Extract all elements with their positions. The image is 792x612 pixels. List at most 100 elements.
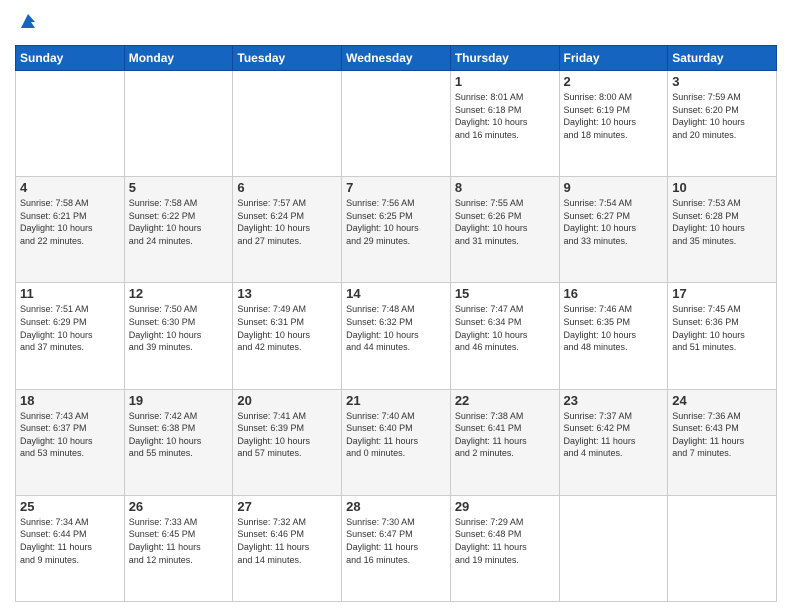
day-info: Sunrise: 7:49 AM Sunset: 6:31 PM Dayligh…	[237, 303, 337, 353]
calendar-cell: 2 Sunrise: 8:00 AM Sunset: 6:19 PM Daylig…	[559, 71, 668, 177]
week-row-1: 4Sunrise: 7:58 AM Sunset: 6:21 PM Daylig…	[16, 177, 777, 283]
day-info: Sunrise: 7:58 AM Sunset: 6:22 PM Dayligh…	[129, 197, 229, 247]
day-info: Sunrise: 7:54 AM Sunset: 6:27 PM Dayligh…	[564, 197, 664, 247]
logo-icon	[17, 10, 39, 32]
day-info: Sunrise: 7:50 AM Sunset: 6:30 PM Dayligh…	[129, 303, 229, 353]
calendar-cell: 16Sunrise: 7:46 AM Sunset: 6:35 PM Dayli…	[559, 283, 668, 389]
day-info: Sunrise: 7:38 AM Sunset: 6:41 PM Dayligh…	[455, 410, 555, 460]
day-number: 5	[129, 180, 229, 195]
week-row-2: 11 Sunrise: 7:51 AM Sunset: 6:29 PM Dayli…	[16, 283, 777, 389]
weekday-header-thursday: Thursday	[450, 46, 559, 71]
day-number: 6	[237, 180, 337, 195]
day-info: Sunrise: 7:33 AM Sunset: 6:45 PM Dayligh…	[129, 516, 229, 566]
day-number: 22	[455, 393, 555, 408]
day-info: Sunrise: 7:53 AM Sunset: 6:28 PM Dayligh…	[672, 197, 772, 247]
day-info: Sunrise: 7:40 AM Sunset: 6:40 PM Dayligh…	[346, 410, 446, 460]
day-number: 25	[20, 499, 120, 514]
calendar-cell: 10 Sunrise: 7:53 AM Sunset: 6:28 PM Dayli…	[668, 177, 777, 283]
calendar-cell: 14Sunrise: 7:48 AM Sunset: 6:32 PM Dayli…	[342, 283, 451, 389]
day-number: 2	[564, 74, 664, 89]
calendar-cell: 4Sunrise: 7:58 AM Sunset: 6:21 PM Daylig…	[16, 177, 125, 283]
calendar-cell: 21 Sunrise: 7:40 AM Sunset: 6:40 PM Dayli…	[342, 389, 451, 495]
day-info: Sunrise: 7:30 AM Sunset: 6:47 PM Dayligh…	[346, 516, 446, 566]
day-info: Sunrise: 7:42 AM Sunset: 6:38 PM Dayligh…	[129, 410, 229, 460]
weekday-header-row: SundayMondayTuesdayWednesdayThursdayFrid…	[16, 46, 777, 71]
calendar-cell: 13 Sunrise: 7:49 AM Sunset: 6:31 PM Dayli…	[233, 283, 342, 389]
calendar-cell: 5 Sunrise: 7:58 AM Sunset: 6:22 PM Daylig…	[124, 177, 233, 283]
day-number: 10	[672, 180, 772, 195]
day-info: Sunrise: 7:43 AM Sunset: 6:37 PM Dayligh…	[20, 410, 120, 460]
day-info: Sunrise: 7:36 AM Sunset: 6:43 PM Dayligh…	[672, 410, 772, 460]
day-number: 24	[672, 393, 772, 408]
calendar-cell: 11 Sunrise: 7:51 AM Sunset: 6:29 PM Dayli…	[16, 283, 125, 389]
day-number: 17	[672, 286, 772, 301]
day-number: 27	[237, 499, 337, 514]
weekday-header-monday: Monday	[124, 46, 233, 71]
day-info: Sunrise: 7:56 AM Sunset: 6:25 PM Dayligh…	[346, 197, 446, 247]
calendar-cell: 7 Sunrise: 7:56 AM Sunset: 6:25 PM Daylig…	[342, 177, 451, 283]
day-info: Sunrise: 7:41 AM Sunset: 6:39 PM Dayligh…	[237, 410, 337, 460]
calendar-cell: 28 Sunrise: 7:30 AM Sunset: 6:47 PM Dayli…	[342, 495, 451, 601]
day-number: 9	[564, 180, 664, 195]
week-row-4: 25 Sunrise: 7:34 AM Sunset: 6:44 PM Dayli…	[16, 495, 777, 601]
day-info: Sunrise: 7:37 AM Sunset: 6:42 PM Dayligh…	[564, 410, 664, 460]
day-number: 19	[129, 393, 229, 408]
day-info: Sunrise: 7:48 AM Sunset: 6:32 PM Dayligh…	[346, 303, 446, 353]
day-number: 1	[455, 74, 555, 89]
day-number: 18	[20, 393, 120, 408]
day-info: Sunrise: 8:00 AM Sunset: 6:19 PM Dayligh…	[564, 91, 664, 141]
weekday-header-saturday: Saturday	[668, 46, 777, 71]
day-number: 3	[672, 74, 772, 89]
calendar-cell: 26 Sunrise: 7:33 AM Sunset: 6:45 PM Dayli…	[124, 495, 233, 601]
day-number: 20	[237, 393, 337, 408]
calendar-cell: 23 Sunrise: 7:37 AM Sunset: 6:42 PM Dayli…	[559, 389, 668, 495]
calendar-cell	[559, 495, 668, 601]
weekday-header-sunday: Sunday	[16, 46, 125, 71]
calendar-cell: 3Sunrise: 7:59 AM Sunset: 6:20 PM Daylig…	[668, 71, 777, 177]
calendar-cell: 12 Sunrise: 7:50 AM Sunset: 6:30 PM Dayli…	[124, 283, 233, 389]
day-number: 11	[20, 286, 120, 301]
weekday-header-tuesday: Tuesday	[233, 46, 342, 71]
day-number: 23	[564, 393, 664, 408]
day-number: 21	[346, 393, 446, 408]
calendar-cell: 25 Sunrise: 7:34 AM Sunset: 6:44 PM Dayli…	[16, 495, 125, 601]
calendar-cell	[233, 71, 342, 177]
page: SundayMondayTuesdayWednesdayThursdayFrid…	[0, 0, 792, 612]
day-number: 7	[346, 180, 446, 195]
calendar-cell: 6 Sunrise: 7:57 AM Sunset: 6:24 PM Daylig…	[233, 177, 342, 283]
calendar-cell	[124, 71, 233, 177]
calendar-cell	[16, 71, 125, 177]
calendar-cell: 24 Sunrise: 7:36 AM Sunset: 6:43 PM Dayli…	[668, 389, 777, 495]
weekday-header-wednesday: Wednesday	[342, 46, 451, 71]
calendar-cell: 8 Sunrise: 7:55 AM Sunset: 6:26 PM Daylig…	[450, 177, 559, 283]
calendar-cell: 9 Sunrise: 7:54 AM Sunset: 6:27 PM Daylig…	[559, 177, 668, 283]
day-info: Sunrise: 7:55 AM Sunset: 6:26 PM Dayligh…	[455, 197, 555, 247]
day-number: 8	[455, 180, 555, 195]
day-number: 26	[129, 499, 229, 514]
day-number: 12	[129, 286, 229, 301]
calendar-cell	[668, 495, 777, 601]
week-row-0: 1 Sunrise: 8:01 AM Sunset: 6:18 PM Daylig…	[16, 71, 777, 177]
calendar-table: SundayMondayTuesdayWednesdayThursdayFrid…	[15, 45, 777, 602]
calendar-cell: 15Sunrise: 7:47 AM Sunset: 6:34 PM Dayli…	[450, 283, 559, 389]
calendar-cell: 22 Sunrise: 7:38 AM Sunset: 6:41 PM Dayli…	[450, 389, 559, 495]
calendar-cell: 27 Sunrise: 7:32 AM Sunset: 6:46 PM Dayli…	[233, 495, 342, 601]
day-info: Sunrise: 7:57 AM Sunset: 6:24 PM Dayligh…	[237, 197, 337, 247]
day-info: Sunrise: 7:58 AM Sunset: 6:21 PM Dayligh…	[20, 197, 120, 247]
day-number: 28	[346, 499, 446, 514]
day-info: Sunrise: 8:01 AM Sunset: 6:18 PM Dayligh…	[455, 91, 555, 141]
calendar-cell: 19 Sunrise: 7:42 AM Sunset: 6:38 PM Dayli…	[124, 389, 233, 495]
day-number: 15	[455, 286, 555, 301]
day-number: 13	[237, 286, 337, 301]
calendar-cell: 18 Sunrise: 7:43 AM Sunset: 6:37 PM Dayli…	[16, 389, 125, 495]
weekday-header-friday: Friday	[559, 46, 668, 71]
day-info: Sunrise: 7:34 AM Sunset: 6:44 PM Dayligh…	[20, 516, 120, 566]
day-info: Sunrise: 7:29 AM Sunset: 6:48 PM Dayligh…	[455, 516, 555, 566]
day-info: Sunrise: 7:45 AM Sunset: 6:36 PM Dayligh…	[672, 303, 772, 353]
day-info: Sunrise: 7:32 AM Sunset: 6:46 PM Dayligh…	[237, 516, 337, 566]
calendar-cell: 20 Sunrise: 7:41 AM Sunset: 6:39 PM Dayli…	[233, 389, 342, 495]
day-info: Sunrise: 7:51 AM Sunset: 6:29 PM Dayligh…	[20, 303, 120, 353]
calendar-cell: 29 Sunrise: 7:29 AM Sunset: 6:48 PM Dayli…	[450, 495, 559, 601]
day-number: 29	[455, 499, 555, 514]
week-row-3: 18 Sunrise: 7:43 AM Sunset: 6:37 PM Dayli…	[16, 389, 777, 495]
